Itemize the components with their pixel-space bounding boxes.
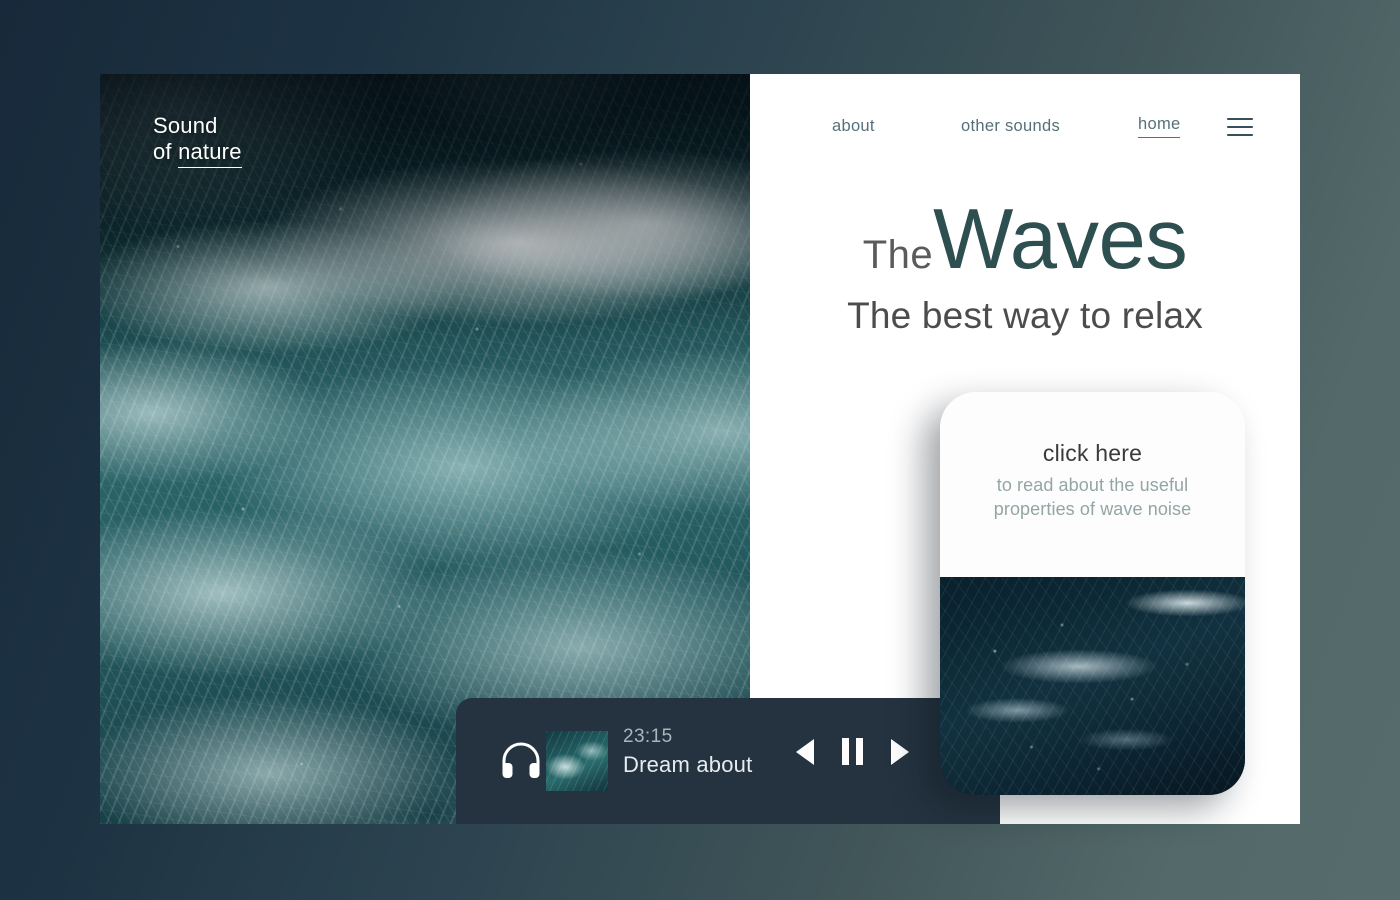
headphones-icon: [502, 742, 540, 778]
audio-player-bar: 23:15 Dream about: [456, 698, 1000, 824]
pause-icon: [842, 738, 863, 765]
brand-line-1: Sound: [153, 113, 218, 138]
page-title: Waves: [933, 192, 1188, 287]
page-root: Sound of nature about other sounds home …: [0, 0, 1400, 900]
next-icon: [891, 738, 909, 765]
hamburger-bar: [1227, 117, 1253, 120]
nav-item-home[interactable]: home: [1138, 115, 1181, 138]
nav-item-about[interactable]: about: [832, 117, 875, 136]
track-time: 23:15: [623, 726, 673, 747]
hero-headline-block: TheWaves The best way to relax: [750, 197, 1300, 337]
brand-logo[interactable]: Sound of nature: [153, 113, 242, 168]
brand-line-2-prefix: of: [153, 138, 179, 164]
track-title: Dream about: [623, 752, 753, 777]
hamburger-bar: [1227, 133, 1253, 136]
previous-button[interactable]: [796, 738, 814, 765]
brand-line-2-underlined: nature: [178, 138, 242, 168]
main-navigation: about other sounds home: [750, 74, 1300, 179]
promo-card-description: to read about the useful properties of w…: [993, 475, 1192, 519]
pause-bar: [842, 738, 849, 765]
nav-item-other-sounds[interactable]: other sounds: [961, 117, 1060, 136]
hero-subheadline: The best way to relax: [847, 295, 1203, 337]
promo-card-droplet-layer: [940, 577, 1245, 795]
next-button[interactable]: [891, 738, 909, 765]
promo-card[interactable]: click here to read about the useful prop…: [940, 392, 1245, 795]
track-thumbnail: [546, 731, 608, 791]
hamburger-icon[interactable]: [1227, 117, 1253, 136]
brand-line-2: of nature: [153, 138, 242, 168]
hamburger-bar: [1227, 125, 1253, 128]
pause-bar: [856, 738, 863, 765]
previous-icon: [796, 738, 814, 765]
headline-small-word: The: [862, 233, 934, 277]
promo-card-text: click here to read about the useful prop…: [940, 392, 1245, 577]
headline-row: TheWaves: [750, 197, 1300, 282]
promo-card-title: click here: [1042, 440, 1143, 466]
pause-button[interactable]: [842, 738, 863, 765]
player-controls: [796, 738, 909, 765]
thumbnail-texture-layer: [546, 731, 608, 791]
promo-card-image: [940, 577, 1245, 795]
track-info: 23:15 Dream about: [623, 726, 752, 778]
